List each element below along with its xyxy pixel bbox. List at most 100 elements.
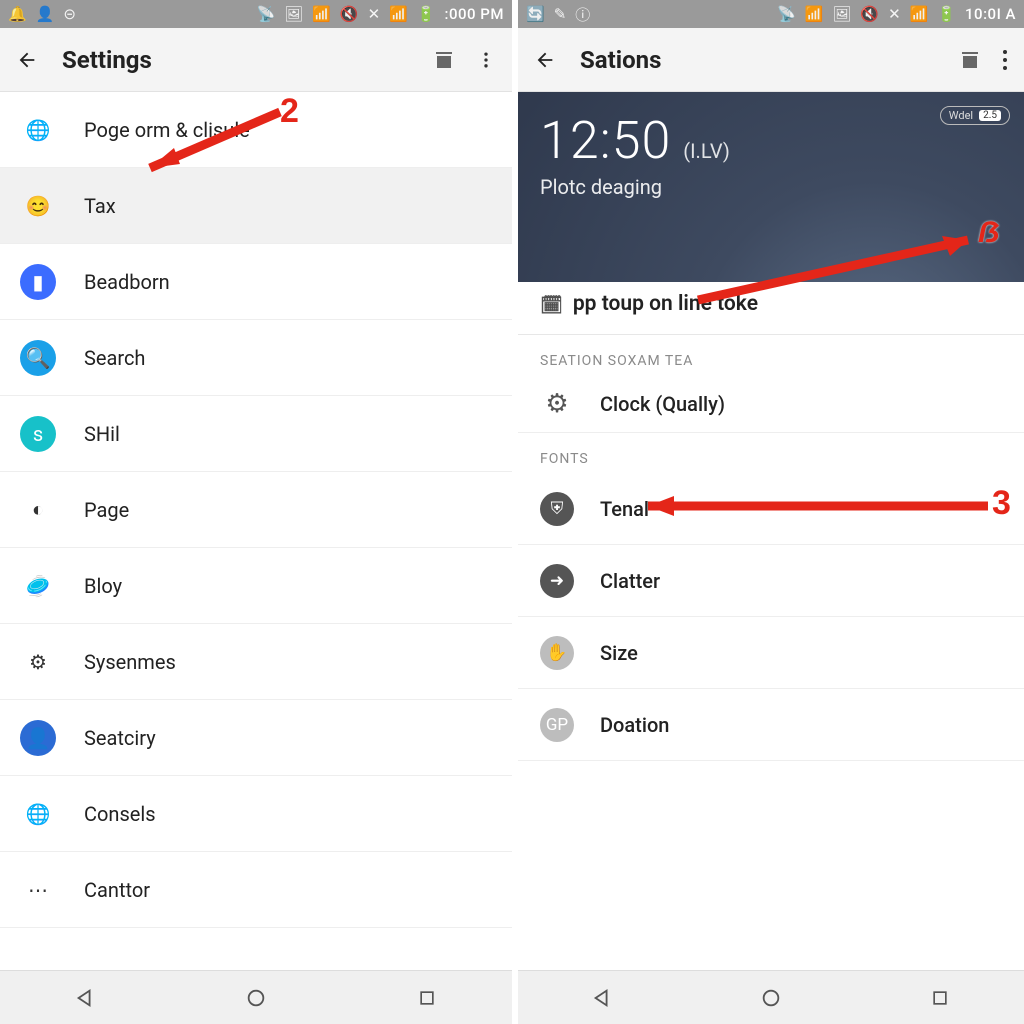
settings-row[interactable]: 🥏 Bloy (0, 548, 512, 624)
section-label: FONTS (518, 433, 1024, 473)
settings-row[interactable]: 🔍Search (0, 320, 512, 396)
android-navbar (518, 970, 1024, 1024)
settings-row[interactable]: ⋯ Canttor (0, 852, 512, 928)
nav-back[interactable] (65, 978, 105, 1018)
hero-ampm: (I.LV) (683, 139, 730, 163)
status-icon: 🔇 (860, 5, 880, 23)
row-icon: ⋯ (20, 872, 56, 908)
row-label: Doation (600, 713, 669, 737)
status-icon: ⊝ (63, 5, 77, 23)
archive-icon (432, 48, 456, 72)
hero-subtitle: Plotc deaging (540, 175, 1002, 199)
row-icon: ▮ (20, 264, 56, 300)
square-recent-icon (417, 988, 437, 1008)
row-label: SHil (84, 422, 120, 446)
row-icon: 🥏 (20, 568, 56, 604)
row-label: Beadborn (84, 270, 170, 294)
row-icon: 👤 (20, 720, 56, 756)
hero-time: 12:50 (540, 110, 671, 171)
row-label: Clock (Qually) (600, 392, 725, 416)
row-label: Search (84, 346, 145, 370)
overflow-button[interactable] (476, 48, 496, 72)
settings-row[interactable]: ◐ Page (0, 472, 512, 548)
archive-icon (958, 48, 982, 72)
status-icon: 🔄 (526, 5, 546, 23)
more-vert-icon (1002, 48, 1008, 72)
hero-badge-label: Wdel (949, 109, 973, 122)
row-label: Sysenmes (84, 650, 176, 674)
phone-left: 🔔 👤 ⊝ 📡 🖼 📶 🔇 ✕ 📶 🔋 :000 PM Settings (0, 0, 512, 1024)
option-row[interactable]: ⛨ Tenal (518, 473, 1024, 545)
triangle-back-icon (74, 987, 96, 1009)
settings-list[interactable]: 🌐Poge orm & clisule😊Tax▮Beadborn🔍Searchs… (0, 92, 512, 970)
row-label: Clatter (600, 569, 660, 593)
hero-badge[interactable]: Wdel 2.5 (940, 106, 1010, 125)
nav-recent[interactable] (920, 978, 960, 1018)
back-button[interactable] (16, 49, 38, 71)
settings-row[interactable]: 😊Tax (0, 168, 512, 244)
nav-recent[interactable] (407, 978, 447, 1018)
status-icon: ✕ (888, 5, 902, 23)
row-label: Tenal (600, 497, 649, 521)
signal-icon: 📶 (389, 5, 409, 23)
phone-right: 🔄 ✎ ⓘ 📡 📶 🖼 🔇 ✕ 📶 🔋 10:0I A Sations (512, 0, 1024, 1024)
statusbar: 🔄 ✎ ⓘ 📡 📶 🖼 🔇 ✕ 📶 🔋 10:0I A (518, 0, 1024, 28)
settings-row[interactable]: ▮ Beadborn (0, 244, 512, 320)
signal-icon: 📶 (910, 5, 930, 23)
row-icon: 😊 (20, 188, 56, 224)
settings-row[interactable]: s SHil (0, 396, 512, 472)
nav-home[interactable] (751, 978, 791, 1018)
page-title: Sations (580, 46, 938, 74)
row-icon: 🌐 (20, 796, 56, 832)
settings-row[interactable]: 🌐Consels (0, 776, 512, 852)
back-button[interactable] (534, 49, 556, 71)
nav-back[interactable] (582, 978, 622, 1018)
status-icon: 👤 (36, 5, 56, 23)
calendar-icon: 🗓 (540, 295, 563, 316)
row-icon: ⚙ (540, 387, 574, 421)
status-icon: 🖼 (832, 5, 852, 23)
hero-badge-value: 2.5 (979, 110, 1001, 121)
settings-row[interactable]: ⚙ Sysenmes (0, 624, 512, 700)
row-icon: s (20, 416, 56, 452)
settings-card: 🗓 pp toup on line toke SEATION SOXAM TEA… (518, 264, 1024, 970)
appbar: Sations (518, 28, 1024, 92)
status-icon: ⓘ (575, 4, 591, 25)
option-row[interactable]: ⚙ Clock (Qually) (518, 375, 1024, 433)
row-label: Size (600, 641, 638, 665)
archive-button[interactable] (958, 48, 982, 72)
row-icon: ✋ (540, 636, 574, 670)
circle-home-icon (760, 987, 782, 1009)
settings-row[interactable]: 👤Seatciry (0, 700, 512, 776)
android-navbar (0, 970, 512, 1024)
row-icon: ◐ (20, 492, 56, 528)
nav-home[interactable] (236, 978, 276, 1018)
triangle-back-icon (591, 987, 613, 1009)
overflow-button[interactable] (1002, 48, 1008, 72)
battery-icon: 🔋 (417, 5, 437, 23)
signal-icon: 📶 (312, 5, 332, 23)
row-icon: ➜ (540, 564, 574, 598)
signal-icon: 📶 (805, 5, 825, 23)
row-label: Bloy (84, 574, 122, 598)
status-icon: 🔔 (8, 5, 28, 23)
arrow-left-icon (534, 49, 556, 71)
settings-row[interactable]: 🌐Poge orm & clisule (0, 92, 512, 168)
more-vert-icon (476, 48, 496, 72)
page-title: Settings (62, 46, 412, 74)
status-icon: 🖼 (284, 5, 304, 23)
status-icon: 🔇 (340, 5, 360, 23)
row-icon: ⛨ (540, 492, 574, 526)
archive-button[interactable] (432, 48, 456, 72)
row-label: Page (84, 498, 129, 522)
status-icon: ✕ (368, 5, 382, 23)
row-icon: ⚙ (20, 644, 56, 680)
option-row[interactable]: GPDoation (518, 689, 1024, 761)
appbar: Settings (0, 28, 512, 92)
statusbar: 🔔 👤 ⊝ 📡 🖼 📶 🔇 ✕ 📶 🔋 :000 PM (0, 0, 512, 28)
battery-icon: 🔋 (937, 5, 957, 23)
status-icon: ✎ (554, 5, 568, 23)
option-row[interactable]: ➜ Clatter (518, 545, 1024, 617)
option-row[interactable]: ✋ Size (518, 617, 1024, 689)
row-label: Canttor (84, 878, 150, 902)
